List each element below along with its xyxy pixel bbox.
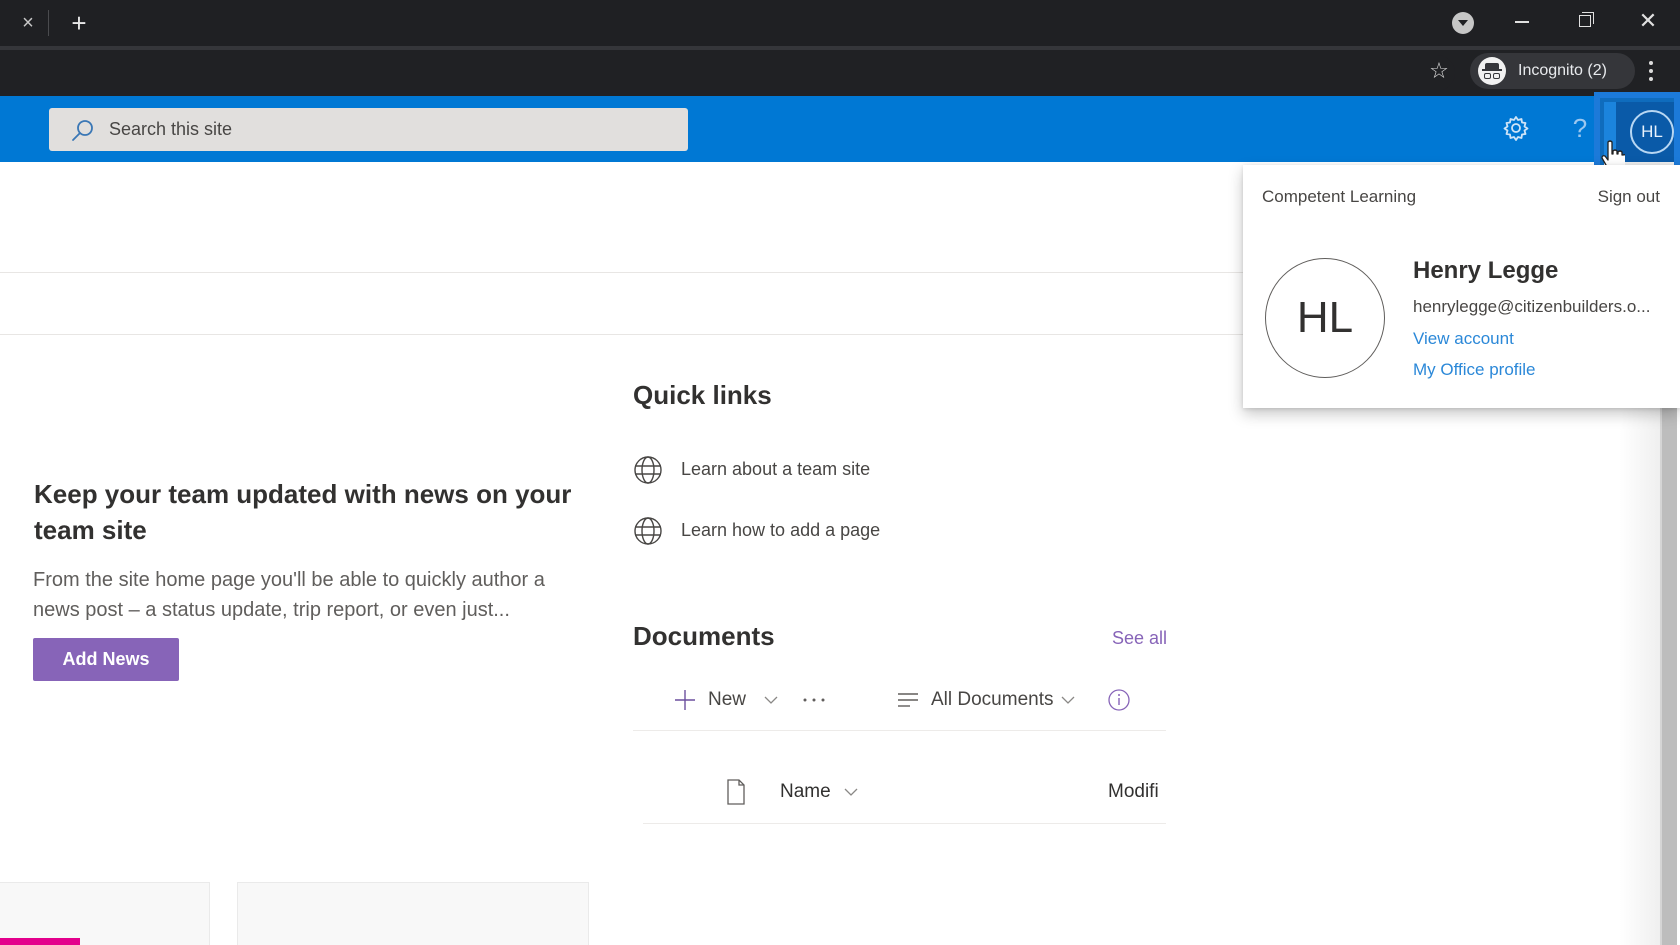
plus-icon [675, 690, 695, 710]
globe-icon [634, 456, 662, 484]
new-label: New [708, 689, 747, 710]
browser-menu-icon[interactable] [1644, 58, 1658, 84]
divider [633, 730, 1166, 731]
view-account-link[interactable]: View account [1413, 329, 1514, 349]
minimize-button[interactable] [1502, 6, 1542, 36]
more-options-button[interactable] [800, 682, 828, 718]
chevron-down-icon[interactable] [843, 786, 859, 798]
window-close-button[interactable]: ✕ [1628, 6, 1668, 36]
view-selector[interactable]: All Documents [897, 682, 1087, 718]
settings-gear-icon[interactable] [1502, 114, 1530, 142]
tab-separator [48, 10, 49, 36]
user-avatar: HL [1265, 258, 1385, 378]
divider [0, 272, 1243, 273]
view-options-icon [898, 693, 918, 707]
documents-command-bar: New All Documents [633, 682, 1166, 718]
avatar: HL [1630, 110, 1674, 154]
divider [643, 823, 1166, 824]
see-all-link[interactable]: See all [1112, 628, 1167, 649]
file-type-icon [727, 779, 745, 805]
new-tab-button[interactable]: + [66, 9, 92, 37]
info-icon[interactable] [1107, 688, 1131, 712]
view-selector-label: All Documents [931, 689, 1054, 710]
search-input[interactable] [109, 108, 669, 151]
tab-search-icon[interactable] [1452, 12, 1474, 34]
news-card-accent [0, 938, 80, 945]
globe-icon [634, 517, 662, 545]
help-icon[interactable]: ? [1568, 111, 1592, 145]
bookmark-star-icon[interactable]: ☆ [1426, 58, 1452, 84]
vertical-scrollbar[interactable] [1660, 407, 1677, 945]
office-profile-link[interactable]: My Office profile [1413, 360, 1536, 380]
browser-tab-strip: × + ✕ [0, 0, 1680, 46]
news-description: From the site home page you'll be able t… [33, 569, 545, 621]
search-icon [72, 120, 93, 141]
minimize-icon [1515, 21, 1529, 23]
restore-icon [1579, 15, 1591, 27]
incognito-icon [1478, 57, 1506, 85]
incognito-profile-button[interactable]: Incognito (2) [1470, 53, 1635, 89]
user-email: henrylegge@citizenbuilders.o... [1413, 297, 1651, 316]
news-placeholder-card [0, 882, 210, 945]
column-header-modified[interactable]: Modifi [1108, 774, 1159, 810]
user-name: Henry Legge [1413, 257, 1559, 284]
close-tab-button[interactable]: × [18, 11, 38, 35]
news-heading: Keep your team updated with news on your… [34, 479, 572, 545]
quick-links-heading: Quick links [633, 380, 772, 410]
sign-out-link[interactable]: Sign out [1598, 187, 1660, 207]
address-bar[interactable] [0, 55, 1455, 91]
news-placeholder-card [237, 882, 589, 945]
quick-link-label: Learn how to add a page [681, 520, 881, 540]
ellipsis-icon [803, 698, 825, 702]
column-header-name[interactable]: Name [780, 774, 831, 810]
quick-link-label: Learn about a team site [681, 459, 871, 479]
account-flyout: Competent Learning Sign out HL Henry Leg… [1243, 165, 1680, 408]
documents-column-header: Name Modifi [643, 774, 1166, 810]
documents-heading: Documents [633, 621, 775, 651]
restore-button[interactable] [1566, 6, 1606, 36]
organization-name: Competent Learning [1262, 187, 1417, 206]
add-news-button[interactable]: Add News [33, 638, 179, 681]
chevron-down-icon [764, 696, 778, 704]
divider [0, 334, 1243, 335]
chevron-down-icon [1061, 696, 1075, 704]
site-search-box[interactable] [49, 108, 688, 151]
suite-bar: ? HL [0, 92, 1680, 182]
incognito-label: Incognito (2) [1518, 62, 1607, 79]
